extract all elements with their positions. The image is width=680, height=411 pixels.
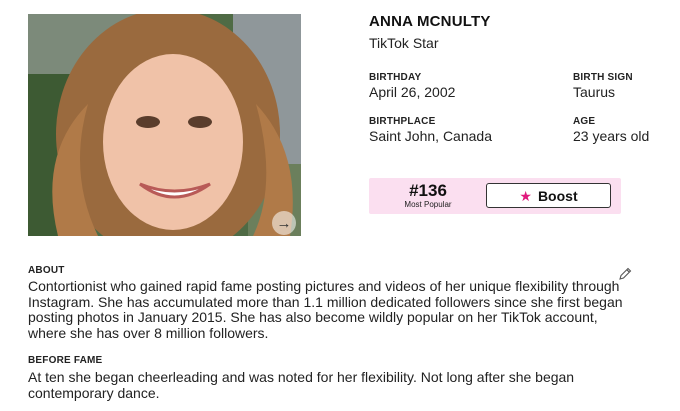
- profile-photo: [28, 14, 301, 236]
- before-fame-text: At ten she began cheerleading and was no…: [28, 369, 575, 401]
- birthday-label: BIRTHDAY: [369, 72, 422, 83]
- birth-sign-value[interactable]: Taurus: [573, 84, 615, 100]
- birthplace-value[interactable]: Saint John, Canada: [369, 128, 492, 144]
- birth-sign-label: BIRTH SIGN: [573, 72, 633, 83]
- profession-link[interactable]: TikTok Star: [369, 35, 439, 51]
- about-heading: ABOUT: [28, 265, 65, 276]
- birthplace-label: BIRTHPLACE: [369, 116, 436, 127]
- portrait-image: [28, 14, 301, 236]
- about-text: Contortionist who gained rapid fame post…: [28, 278, 623, 341]
- boost-button[interactable]: ★ Boost: [486, 183, 611, 208]
- popularity-rank-box: #136 Most Popular ★ Boost: [369, 178, 621, 214]
- rank-number[interactable]: #136: [369, 181, 487, 201]
- before-fame-heading: BEFORE FAME: [28, 355, 103, 366]
- arrow-right-icon: →: [276, 214, 292, 232]
- profile-name: ANNA MCNULTY: [369, 13, 491, 30]
- rank-label: Most Popular: [404, 200, 452, 209]
- next-photo-button[interactable]: →: [272, 211, 296, 235]
- birthday-value[interactable]: April 26, 2002: [369, 84, 455, 100]
- star-icon: ★: [519, 187, 532, 204]
- boost-label: Boost: [537, 187, 578, 204]
- age-label: AGE: [573, 116, 596, 127]
- age-value: 23 years old: [573, 128, 650, 144]
